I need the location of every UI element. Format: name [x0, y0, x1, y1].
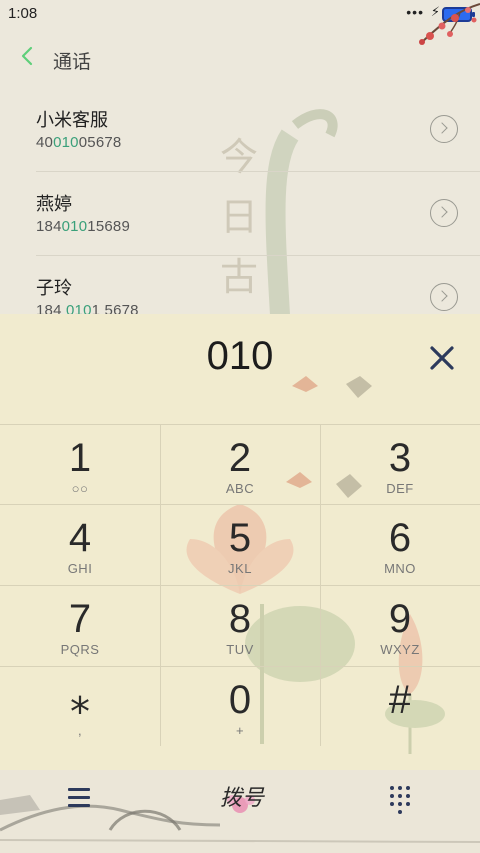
list-item[interactable]: 子玲 184 0101 5678	[0, 256, 480, 314]
bottom-bar: 拨号	[0, 770, 480, 853]
contact-detail-chevron-icon[interactable]	[430, 115, 458, 143]
back-chevron-icon[interactable]	[18, 45, 38, 67]
key-8[interactable]: 8 TUV	[160, 585, 320, 665]
contact-detail-chevron-icon[interactable]	[430, 199, 458, 227]
contact-name: 燕婷	[36, 194, 72, 214]
key-6[interactable]: 6 MNO	[320, 504, 480, 584]
keypad-toggle-icon[interactable]	[388, 784, 412, 814]
contact-suggestions-list: 小米客服 4001005678 燕婷 18401015689 子玲 184 01…	[0, 88, 480, 314]
contact-detail-chevron-icon[interactable]	[430, 283, 458, 311]
list-item[interactable]: 小米客服 4001005678	[0, 88, 480, 172]
key-1[interactable]: 1 ○○	[0, 424, 160, 504]
header: 通话	[0, 35, 480, 80]
key-4[interactable]: 4 GHI	[0, 504, 160, 584]
contact-number: 4001005678	[36, 134, 122, 151]
key-7[interactable]: 7 PQRS	[0, 585, 160, 665]
list-item[interactable]: 燕婷 18401015689	[0, 172, 480, 256]
key-2[interactable]: 2 ABC	[160, 424, 320, 504]
menu-icon[interactable]	[68, 788, 92, 808]
contact-number: 184 0101 5678	[36, 302, 139, 314]
contact-name: 子玲	[36, 278, 72, 298]
key-5[interactable]: 5 JKL	[160, 504, 320, 584]
contact-name: 小米客服	[36, 110, 108, 130]
key-hash[interactable]: #	[320, 666, 480, 746]
key-0[interactable]: 0 +	[160, 666, 320, 746]
key-star[interactable]: ⁎,	[0, 666, 160, 746]
clear-input-icon[interactable]	[426, 342, 458, 374]
dial-input-display[interactable]: 010	[0, 334, 480, 384]
page-title: 通话	[53, 52, 92, 73]
dial-button[interactable]: 拨号	[214, 780, 270, 820]
key-9[interactable]: 9 WXYZ	[320, 585, 480, 665]
contact-number: 18401015689	[36, 218, 130, 235]
status-time: 1:08	[8, 5, 38, 22]
key-3[interactable]: 3 DEF	[320, 424, 480, 504]
dial-keypad: 1 ○○ 2 ABC 3 DEF 4 GHI 5 JKL 6 MNO 7 PQRS 8 TUV …	[0, 424, 480, 746]
voicemail-icon: ○○	[71, 481, 89, 496]
